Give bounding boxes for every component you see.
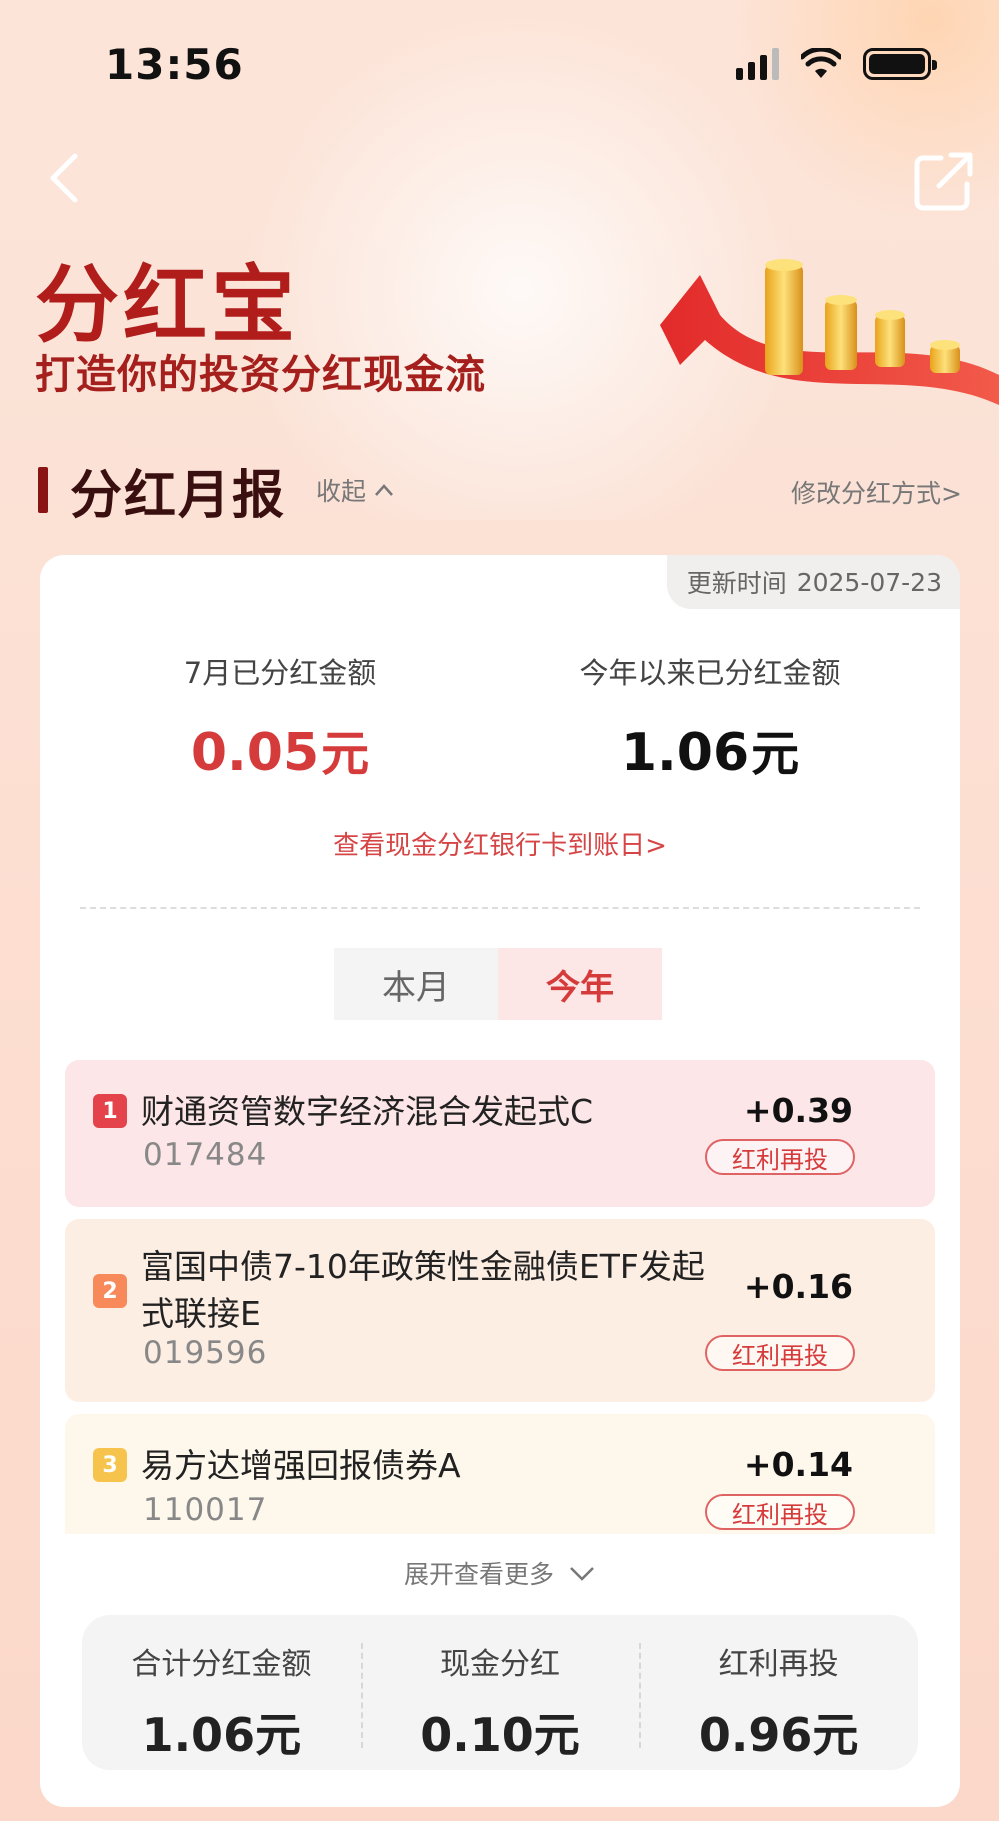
cellular-signal-icon <box>736 48 779 80</box>
year-dividend-label: 今年以来已分红金额 <box>579 656 841 690</box>
hero-title: 分红宝 <box>35 256 300 354</box>
fund-dividend-amount: +0.16 <box>743 1267 853 1306</box>
reinvest-dividend-value: 0.96元 <box>698 1708 859 1762</box>
rank-badge: 2 <box>93 1274 127 1308</box>
battery-icon <box>863 48 937 80</box>
fund-name: 富国中债7-10年政策性金融债ETF发起式联接E <box>141 1247 705 1333</box>
total-dividend: 合计分红金额 1.06元 <box>82 1615 361 1770</box>
dividend-report-card: 更新时间 2025-07-23 7月已分红金额 0.05元 今年以来已分红金额 … <box>40 555 960 1807</box>
fund-name: 易方达增强回报债券A <box>141 1446 461 1485</box>
year-dividend-value: 1.06 <box>620 723 750 783</box>
collapse-label: 收起 <box>316 477 367 506</box>
rank-badge: 1 <box>93 1094 127 1128</box>
divider <box>80 907 920 909</box>
month-dividend-unit: 元 <box>321 726 370 782</box>
bank-card-arrival-link[interactable]: 查看现金分红银行卡到账日> <box>40 825 960 862</box>
fund-code: 019596 <box>143 1335 268 1371</box>
month-dividend-amount: 0.05元 <box>80 714 480 784</box>
totals-panel: 合计分红金额 1.06元 现金分红 0.10元 红利再投 0.96元 <box>82 1615 918 1770</box>
expand-more-label: 展开查看更多 <box>403 1560 554 1589</box>
expand-more-button[interactable]: 展开查看更多 <box>40 1555 960 1591</box>
chevron-down-icon <box>570 1567 594 1581</box>
status-time: 13:56 <box>105 40 244 89</box>
update-time-label: 更新时间 <box>686 569 787 598</box>
section-accent-bar <box>38 467 48 513</box>
update-time-date: 2025-07-23 <box>796 567 942 597</box>
update-time-tag: 更新时间 2025-07-23 <box>666 555 960 609</box>
chevron-up-icon <box>375 484 393 496</box>
year-dividend-summary: 今年以来已分红金额 1.06元 <box>490 650 930 784</box>
fund-name: 财通资管数字经济混合发起式C <box>141 1092 594 1131</box>
fund-row-1[interactable]: 1 财通资管数字经济混合发起式C 017484 +0.39 红利再投 <box>65 1060 935 1207</box>
total-value: 1.06元 <box>141 1708 302 1762</box>
cash-dividend-label: 现金分红 <box>440 1647 560 1682</box>
year-dividend-unit: 元 <box>751 726 800 782</box>
cash-dividend-value: 0.10元 <box>420 1708 580 1762</box>
status-bar: 13:56 <box>0 0 999 130</box>
tab-this-month[interactable]: 本月 <box>334 948 498 1020</box>
reinvest-tag: 红利再投 <box>705 1139 855 1175</box>
wifi-icon <box>801 48 841 78</box>
year-dividend-amount: 1.06元 <box>490 714 930 784</box>
fund-dividend-amount: +0.39 <box>743 1091 853 1130</box>
total-label: 合计分红金额 <box>131 1647 312 1682</box>
back-button[interactable] <box>34 148 94 208</box>
reinvest-dividend-label: 红利再投 <box>718 1647 839 1682</box>
fund-code: 017484 <box>143 1137 268 1173</box>
status-icons <box>736 48 937 80</box>
cash-dividend: 现金分红 0.10元 <box>360 1615 640 1770</box>
month-dividend-label: 7月已分红金额 <box>183 656 377 690</box>
modify-dividend-method-link[interactable]: 修改分红方式> <box>791 474 962 510</box>
coin-growth-illustration <box>660 259 999 405</box>
month-dividend-value: 0.05 <box>190 723 320 783</box>
share-icon <box>914 152 973 211</box>
chevron-left-icon <box>50 153 78 203</box>
rank-badge: 3 <box>93 1448 127 1482</box>
reinvest-tag: 红利再投 <box>705 1335 855 1371</box>
reinvest-dividend: 红利再投 0.96元 <box>639 1615 918 1770</box>
fund-dividend-amount: +0.14 <box>743 1445 853 1484</box>
tab-this-year[interactable]: 今年 <box>498 948 662 1020</box>
reinvest-tag: 红利再投 <box>705 1494 855 1530</box>
fund-row-3[interactable]: 3 易方达增强回报债券A 110017 +0.14 红利再投 <box>65 1414 935 1534</box>
fund-row-2[interactable]: 2 富国中债7-10年政策性金融债ETF发起式联接E 019596 +0.16 … <box>65 1219 935 1402</box>
section-header: 分红月报 收起 修改分红方式> <box>38 460 962 526</box>
period-tabs: 本月 今年 <box>334 948 662 1020</box>
fund-code: 110017 <box>143 1492 268 1528</box>
section-title: 分红月报 <box>70 465 287 526</box>
collapse-button[interactable]: 收起 <box>316 472 394 508</box>
month-dividend-summary: 7月已分红金额 0.05元 <box>80 650 480 784</box>
hero-subtitle: 打造你的投资分红现金流 <box>35 352 486 398</box>
share-button[interactable] <box>911 148 977 214</box>
